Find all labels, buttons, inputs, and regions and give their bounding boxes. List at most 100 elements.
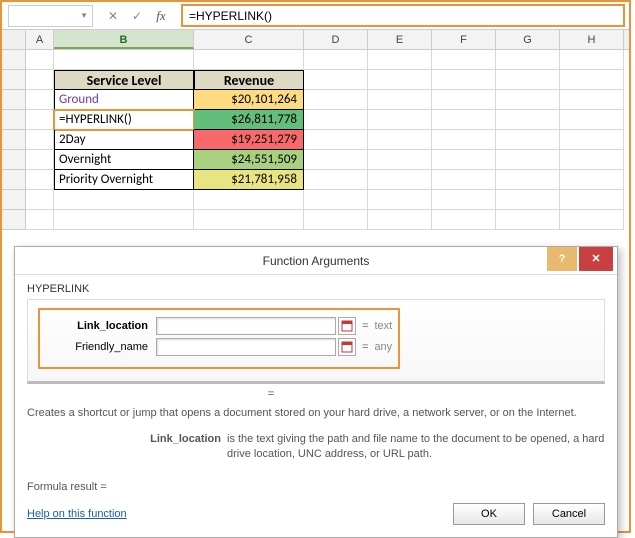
cell[interactable] — [560, 70, 624, 90]
cell[interactable] — [560, 170, 624, 190]
cell[interactable] — [368, 50, 432, 70]
cell[interactable] — [496, 170, 560, 190]
cell[interactable] — [560, 110, 624, 130]
cell[interactable] — [560, 50, 624, 70]
cell[interactable] — [432, 170, 496, 190]
col-header-c[interactable]: C — [194, 30, 304, 49]
col-header-g[interactable]: G — [496, 30, 560, 49]
cell[interactable] — [368, 110, 432, 130]
help-link[interactable]: Help on this function — [27, 508, 445, 520]
cell-service[interactable]: Overnight — [54, 150, 194, 170]
cell[interactable] — [560, 90, 624, 110]
cell[interactable] — [368, 150, 432, 170]
cell[interactable] — [496, 210, 560, 230]
cell[interactable] — [432, 150, 496, 170]
cell[interactable] — [368, 190, 432, 210]
cell[interactable] — [560, 130, 624, 150]
cell[interactable] — [26, 210, 54, 230]
cell[interactable] — [496, 90, 560, 110]
row-header[interactable] — [2, 190, 26, 210]
chevron-down-icon[interactable]: ▼ — [80, 11, 88, 20]
range-picker-icon[interactable] — [338, 317, 356, 335]
cell[interactable] — [496, 150, 560, 170]
cell[interactable] — [560, 150, 624, 170]
cell[interactable] — [496, 50, 560, 70]
cell-revenue[interactable]: $20,101,264 — [194, 90, 304, 110]
cell[interactable] — [496, 70, 560, 90]
cell[interactable] — [26, 190, 54, 210]
cell[interactable] — [432, 110, 496, 130]
col-header-d[interactable]: D — [304, 30, 368, 49]
cell[interactable] — [26, 170, 54, 190]
name-box[interactable]: ▼ — [8, 5, 93, 27]
dialog-titlebar[interactable]: Function Arguments ? ✕ — [15, 247, 617, 275]
cell-service[interactable]: Priority Overnight — [54, 170, 194, 190]
cell[interactable] — [194, 210, 304, 230]
cell[interactable] — [26, 90, 54, 110]
arg-input-link-location[interactable] — [156, 317, 336, 335]
cell[interactable] — [432, 190, 496, 210]
cell[interactable] — [432, 210, 496, 230]
cell[interactable] — [368, 130, 432, 150]
close-icon[interactable]: ✕ — [579, 247, 613, 271]
cell-revenue[interactable]: $24,551,509 — [194, 150, 304, 170]
col-header-h[interactable]: H — [560, 30, 624, 49]
cell-service[interactable]: Ground — [54, 90, 194, 110]
col-header-b[interactable]: B — [54, 30, 194, 49]
cell[interactable] — [304, 170, 368, 190]
cell[interactable] — [304, 110, 368, 130]
ok-button[interactable]: OK — [453, 503, 525, 525]
cell[interactable] — [304, 70, 368, 90]
row-header[interactable] — [2, 70, 26, 90]
cell[interactable] — [432, 50, 496, 70]
cell-revenue[interactable]: $26,811,778 — [194, 110, 304, 130]
row-header[interactable] — [2, 150, 26, 170]
cell[interactable] — [432, 70, 496, 90]
row-header[interactable] — [2, 90, 26, 110]
cell-revenue[interactable]: $19,251,279 — [194, 130, 304, 150]
cell[interactable] — [194, 50, 304, 70]
cell[interactable] — [54, 50, 194, 70]
cell-service-editing[interactable]: =HYPERLINK() — [54, 110, 194, 130]
cell[interactable] — [432, 130, 496, 150]
cell[interactable] — [432, 90, 496, 110]
cell-service[interactable]: 2Day — [54, 130, 194, 150]
cell[interactable] — [304, 210, 368, 230]
cell[interactable] — [26, 130, 54, 150]
cell[interactable] — [304, 190, 368, 210]
cancel-icon[interactable]: ✕ — [105, 9, 121, 23]
row-header[interactable] — [2, 170, 26, 190]
row-header[interactable] — [2, 110, 26, 130]
cell-revenue[interactable]: $21,781,958 — [194, 170, 304, 190]
cell[interactable] — [368, 170, 432, 190]
cell[interactable] — [304, 130, 368, 150]
col-header-a[interactable]: A — [26, 30, 54, 49]
cell[interactable] — [304, 150, 368, 170]
cell[interactable] — [368, 210, 432, 230]
cell[interactable] — [26, 50, 54, 70]
cell[interactable] — [194, 190, 304, 210]
cell[interactable] — [560, 210, 624, 230]
cell[interactable] — [368, 70, 432, 90]
cell[interactable] — [496, 110, 560, 130]
row-header[interactable] — [2, 210, 26, 230]
cell[interactable] — [26, 70, 54, 90]
row-header[interactable] — [2, 50, 26, 70]
fx-icon[interactable]: fx — [153, 8, 169, 24]
cell[interactable] — [304, 90, 368, 110]
cell[interactable] — [496, 190, 560, 210]
accept-icon[interactable]: ✓ — [129, 9, 145, 23]
cell[interactable] — [496, 130, 560, 150]
row-header[interactable] — [2, 130, 26, 150]
col-header-e[interactable]: E — [368, 30, 432, 49]
cancel-button[interactable]: Cancel — [533, 503, 605, 525]
cell[interactable] — [304, 50, 368, 70]
cell[interactable] — [54, 210, 194, 230]
cell[interactable] — [368, 90, 432, 110]
cell[interactable] — [560, 190, 624, 210]
range-picker-icon[interactable] — [338, 338, 356, 356]
col-header-f[interactable]: F — [432, 30, 496, 49]
cell[interactable] — [26, 110, 54, 130]
dialog-help-button[interactable]: ? — [547, 247, 577, 271]
arg-input-friendly-name[interactable] — [156, 338, 336, 356]
